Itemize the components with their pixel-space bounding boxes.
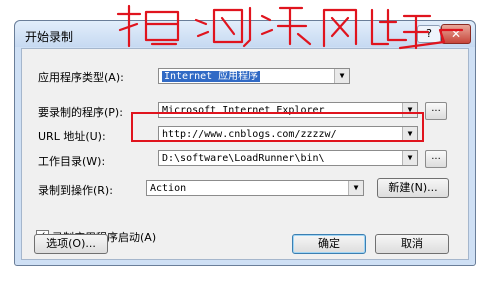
chevron-down-icon[interactable]: ▼ [348,181,363,195]
browse-program-button[interactable]: ... [425,102,447,120]
new-action-button[interactable]: 新建(N)... [377,178,449,198]
record-into-select[interactable]: Action ▼ [146,180,364,196]
workdir-select[interactable]: D:\software\LoadRunner\bin\ ▼ [158,150,418,166]
dialog-body: 应用程序类型(A): Internet 应用程序 ▼ 要录制的程序(P): Mi… [21,48,469,260]
app-type-select[interactable]: Internet 应用程序 ▼ [158,68,350,84]
workdir-value: D:\software\LoadRunner\bin\ [162,153,325,164]
record-into-value: Action [150,183,187,194]
url-label: URL 地址(U): [38,130,106,143]
app-type-value: Internet 应用程序 [162,71,261,82]
handwritten-annotation [116,4,464,50]
options-button[interactable]: 选项(O)... [34,234,108,254]
program-label: 要录制的程序(P): [38,106,123,119]
chevron-down-icon[interactable]: ▼ [334,69,349,83]
url-highlight-annotation [131,112,424,142]
workdir-label: 工作目录(W): [38,155,106,168]
browse-workdir-button[interactable]: ... [425,150,447,168]
chevron-down-icon[interactable]: ▼ [402,151,417,165]
app-type-label: 应用程序类型(A): [38,71,124,84]
ok-button[interactable]: 确定 [292,234,366,254]
cancel-button[interactable]: 取消 [375,234,449,254]
record-into-label: 录制到操作(R): [38,184,113,197]
